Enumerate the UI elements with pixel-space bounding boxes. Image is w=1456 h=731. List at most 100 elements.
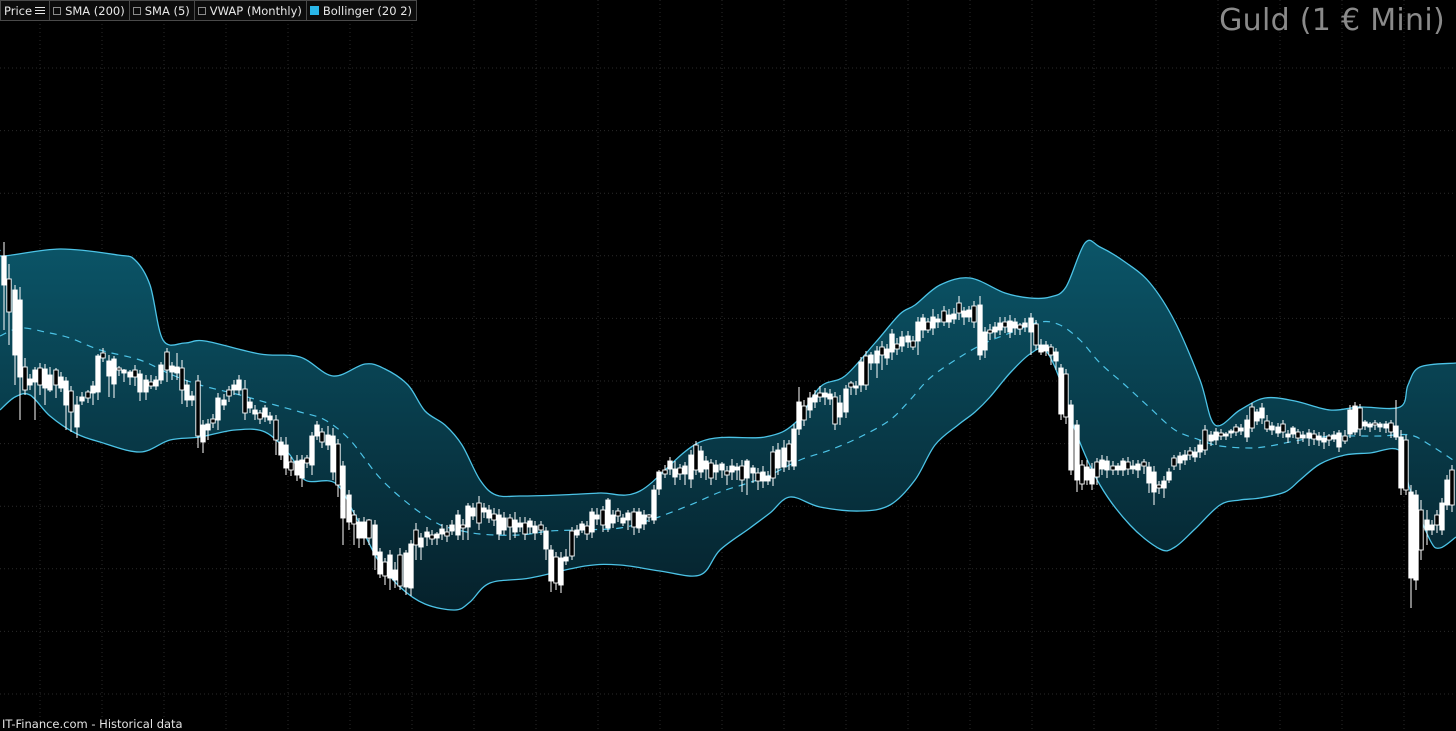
candle-body <box>1275 426 1281 434</box>
legend-price[interactable]: Price <box>1 1 51 20</box>
candle-body <box>1336 432 1342 448</box>
candle-body <box>340 465 346 519</box>
candle-body <box>997 322 1003 331</box>
candle-body <box>455 514 461 536</box>
legend-sma-5-label: SMA (5) <box>144 3 190 18</box>
candle-body <box>1151 471 1157 493</box>
candle-body <box>971 305 977 323</box>
candle-body <box>132 369 138 378</box>
candle-body <box>915 321 921 342</box>
candle-body <box>397 554 403 587</box>
candle-body <box>12 289 18 356</box>
candle-body <box>403 552 409 588</box>
candle-body <box>538 524 544 531</box>
legend-vwap[interactable]: VWAP (Monthly) <box>195 1 307 20</box>
candle-body <box>837 402 843 418</box>
candle-body <box>1048 346 1054 356</box>
candle-body <box>111 358 117 385</box>
candle-body <box>1321 437 1327 443</box>
candle <box>1068 400 1074 475</box>
candle-body <box>100 352 106 359</box>
candle <box>1347 405 1353 438</box>
candle-body <box>491 513 497 521</box>
candle-body <box>127 371 133 378</box>
candle-body <box>174 366 180 374</box>
candle-body <box>116 367 122 371</box>
candle-body <box>444 531 450 537</box>
candle <box>1413 490 1419 590</box>
candle <box>340 461 346 545</box>
candle-body <box>252 409 258 415</box>
candle-body <box>262 407 268 418</box>
candle-body <box>1053 351 1059 362</box>
candle-body <box>1007 320 1013 333</box>
candle-body <box>1033 323 1039 346</box>
candle-body <box>1444 479 1450 506</box>
candle-body <box>1094 461 1100 478</box>
candle-body <box>1099 459 1105 470</box>
legend-bollinger[interactable]: Bollinger (20 2) <box>307 1 416 20</box>
candle-body <box>832 396 838 425</box>
candle <box>1352 402 1358 435</box>
candle-body <box>801 405 807 421</box>
candle-body <box>935 318 941 323</box>
candle-body <box>476 502 482 524</box>
candle-body <box>543 530 549 550</box>
candle-body <box>651 489 657 521</box>
candle-body <box>987 329 993 334</box>
candle-body <box>682 465 688 475</box>
candle <box>372 520 378 570</box>
candle-body <box>1058 367 1064 415</box>
candle-body <box>32 369 38 383</box>
candle-body <box>1342 435 1348 442</box>
candle-body <box>1043 344 1049 352</box>
legend-sma-200[interactable]: SMA (200) <box>50 1 130 20</box>
candle-body <box>620 517 626 524</box>
candle-body <box>1357 407 1363 430</box>
checkbox-icon[interactable] <box>197 6 206 15</box>
candle <box>330 428 336 480</box>
candle <box>791 424 797 470</box>
candle-body <box>951 313 957 320</box>
candle-body <box>589 511 595 533</box>
candle-body <box>693 444 699 471</box>
candle-body <box>781 447 787 468</box>
candle-body <box>770 451 776 479</box>
candle-body <box>1228 430 1234 434</box>
candle <box>1058 364 1064 420</box>
legend-sma-5[interactable]: SMA (5) <box>130 1 195 20</box>
checkbox-checked-icon[interactable] <box>309 6 319 15</box>
candle-body <box>656 471 662 490</box>
candle-body <box>195 380 201 437</box>
candle-body <box>1398 436 1404 489</box>
candle <box>200 420 206 453</box>
checkbox-icon[interactable] <box>132 6 141 15</box>
candle-body <box>53 369 59 386</box>
candle-body <box>1218 432 1224 437</box>
candle-body <box>827 393 833 400</box>
candle-body <box>247 401 253 409</box>
candle-body <box>966 309 972 318</box>
candle-body <box>646 514 652 518</box>
candle-body <box>236 379 242 391</box>
candle-body <box>744 460 750 479</box>
chart-title: Guld (1 € Mini) <box>1219 3 1445 38</box>
candle-body <box>1187 450 1193 456</box>
candle-body <box>1017 324 1023 330</box>
candle <box>1444 475 1450 510</box>
candle-body <box>1208 434 1214 442</box>
price-chart[interactable] <box>0 0 1456 731</box>
list-icon[interactable] <box>35 6 46 15</box>
candle-body <box>1068 404 1074 471</box>
checkbox-icon[interactable] <box>53 6 62 15</box>
chart-canvas[interactable] <box>0 0 1456 731</box>
candle-body <box>1063 373 1069 418</box>
candle-body <box>961 310 967 318</box>
candle-body <box>17 299 23 378</box>
candle-body <box>672 468 678 478</box>
candle-body <box>941 310 947 323</box>
candle-body <box>1120 460 1126 471</box>
candle-body <box>242 388 248 414</box>
candle-body <box>221 399 227 406</box>
candle-body <box>812 394 818 403</box>
